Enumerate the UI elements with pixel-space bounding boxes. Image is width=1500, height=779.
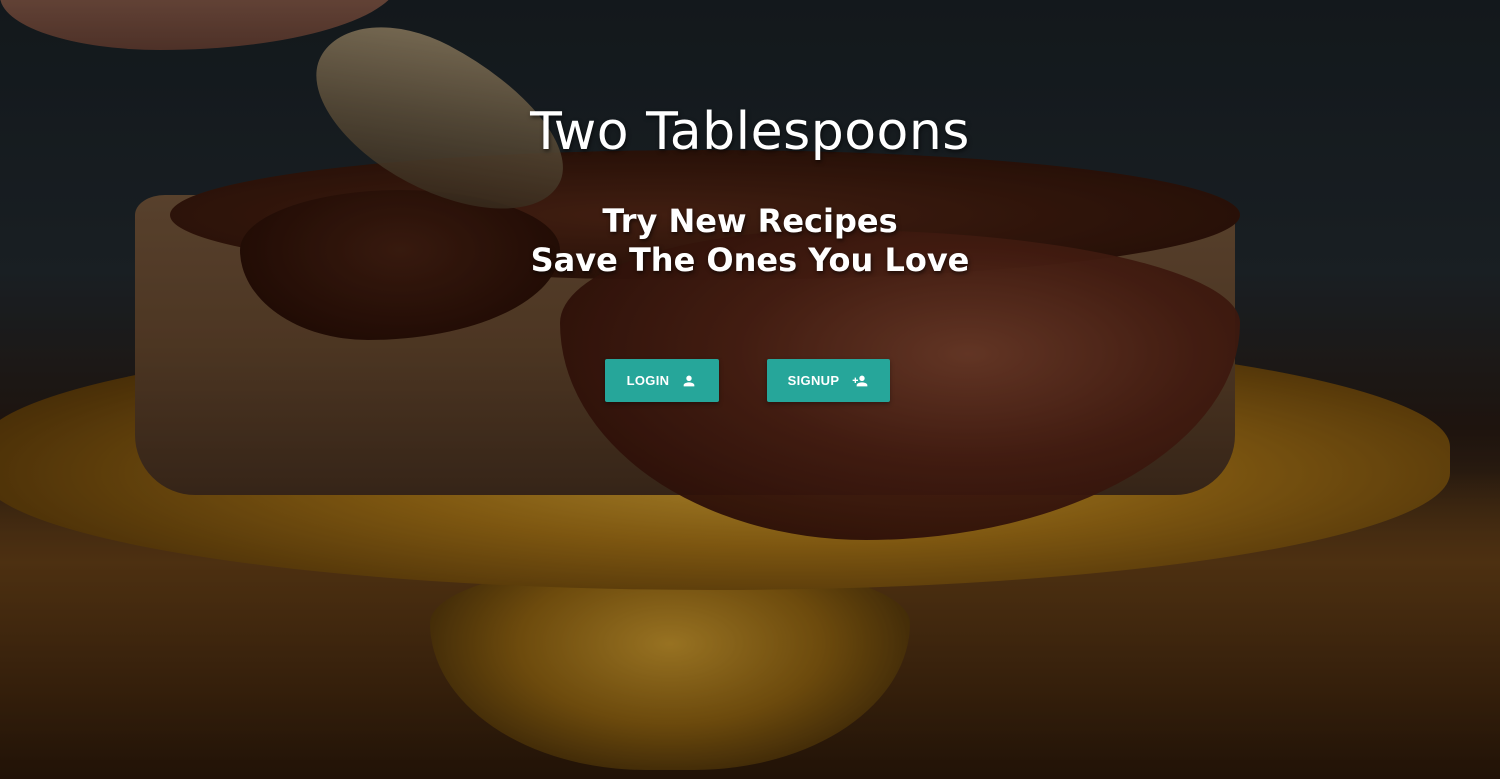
person-add-icon xyxy=(851,373,869,389)
signup-button[interactable]: SIGNUP xyxy=(767,359,890,402)
tagline-line-1: Try New Recipes xyxy=(602,202,898,240)
hero-content: Two Tablespoons Try New Recipes Save The… xyxy=(0,0,1500,779)
person-icon xyxy=(681,373,697,389)
login-button-label: LOGIN xyxy=(626,373,670,388)
tagline-line-2: Save The Ones You Love xyxy=(530,241,970,279)
hero-section: Two Tablespoons Try New Recipes Save The… xyxy=(0,0,1500,779)
tagline: Try New Recipes Save The Ones You Love xyxy=(0,202,1500,280)
signup-button-label: SIGNUP xyxy=(787,373,840,388)
login-button[interactable]: LOGIN xyxy=(605,359,719,402)
site-title: Two Tablespoons xyxy=(530,102,970,162)
